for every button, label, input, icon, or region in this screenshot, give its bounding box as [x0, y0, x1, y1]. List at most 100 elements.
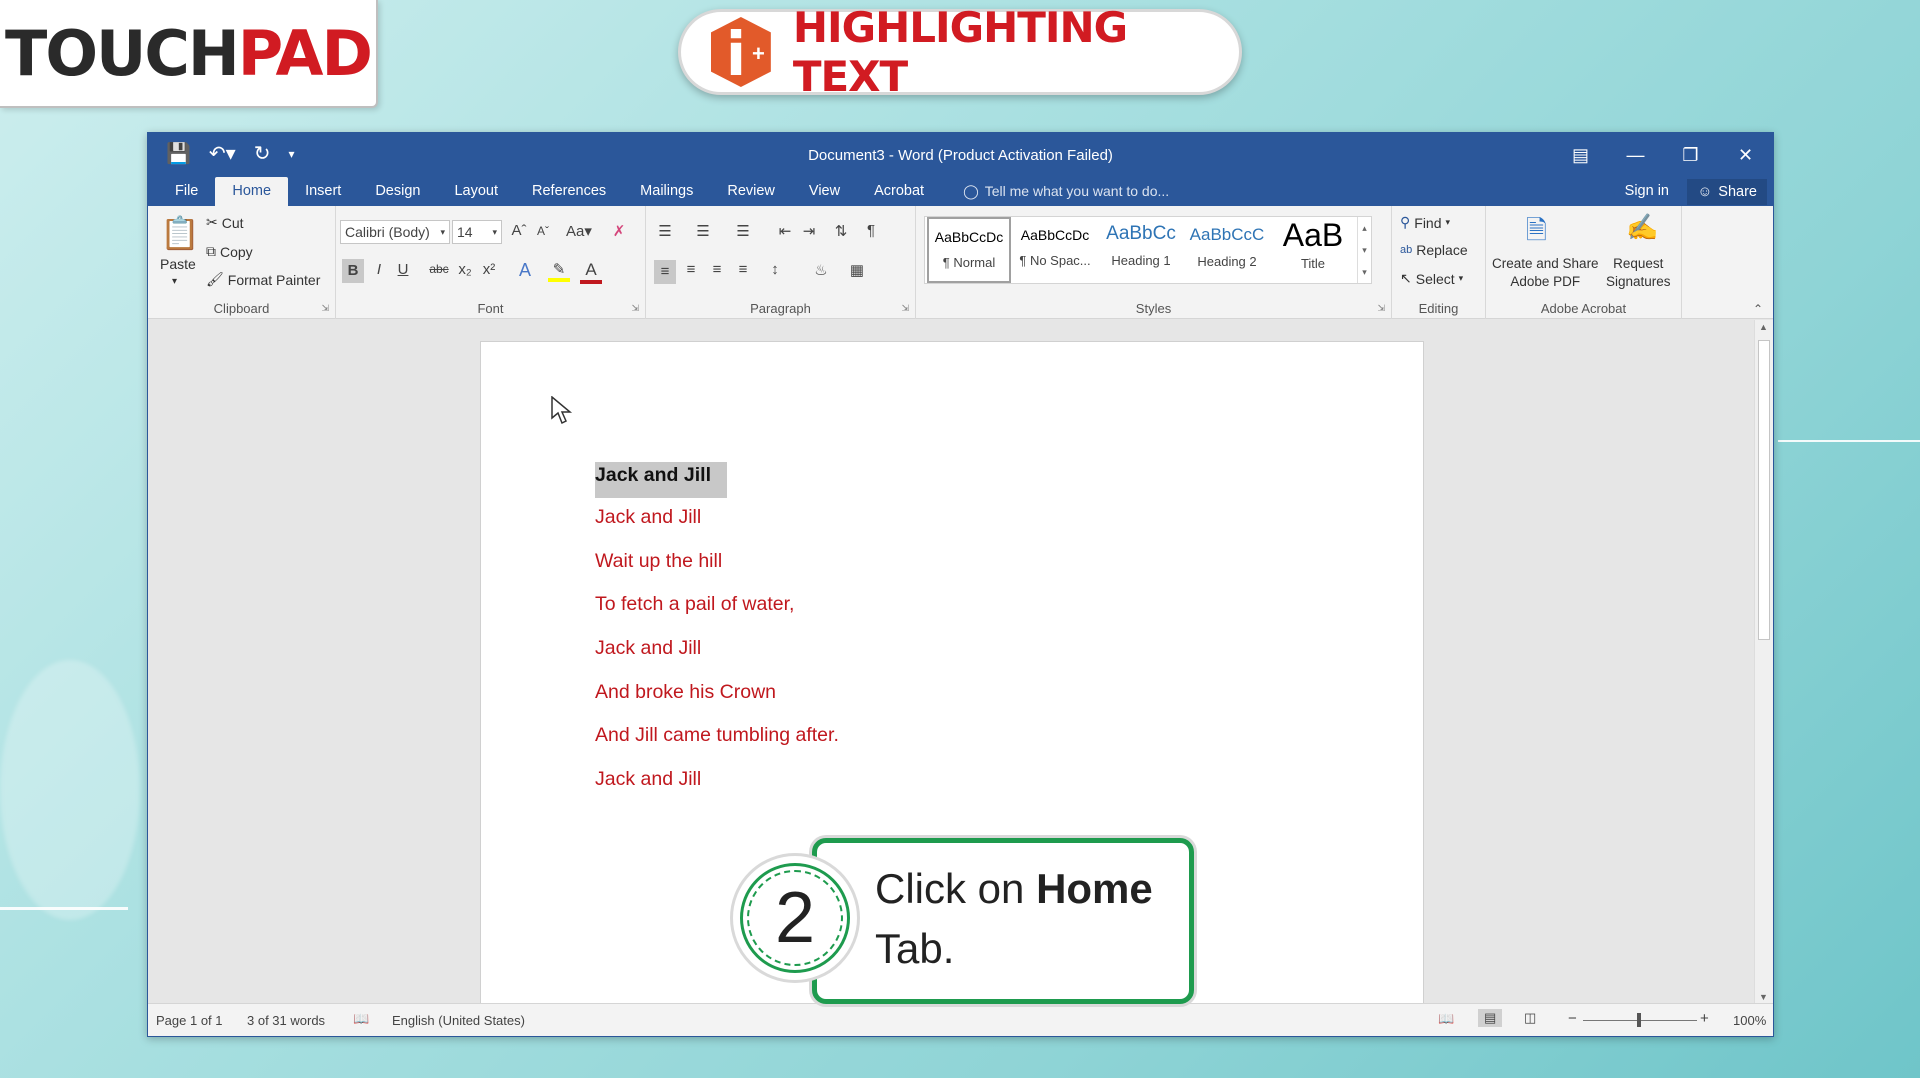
font-launcher-icon[interactable]: ⇲: [631, 303, 639, 314]
replace-button[interactable]: ab Replace: [1400, 242, 1468, 258]
grow-font-icon[interactable]: Aˆ: [508, 222, 530, 239]
page-count[interactable]: Page 1 of 1: [156, 1013, 223, 1028]
align-left-icon[interactable]: ≡: [654, 260, 676, 284]
minimize-button[interactable]: —: [1608, 133, 1663, 177]
sort-icon[interactable]: ⇅: [830, 222, 852, 240]
document-line[interactable]: Jack and Jill: [595, 637, 701, 660]
multilevel-list-icon[interactable]: ☰: [732, 222, 754, 240]
tab-acrobat[interactable]: Acrobat: [857, 177, 941, 206]
document-line-selected[interactable]: Jack and Jill: [595, 462, 727, 498]
tab-review[interactable]: Review: [710, 177, 792, 206]
paragraph-label: Paragraph: [750, 301, 811, 316]
paste-icon[interactable]: 📋: [160, 214, 200, 252]
create-share-pdf-button[interactable]: Create and Share Adobe PDF: [1492, 256, 1599, 290]
font-name-combo[interactable]: Calibri (Body) ▾: [340, 220, 450, 244]
text-effects-icon[interactable]: A: [514, 260, 536, 281]
ribbon-display-options-icon[interactable]: ▤: [1553, 133, 1608, 177]
request-label-1: Request: [1613, 256, 1664, 271]
bullets-icon[interactable]: ☰: [654, 222, 676, 240]
copy-button[interactable]: ⧉ Copy: [206, 243, 253, 260]
proofing-icon[interactable]: 📖: [353, 1011, 369, 1027]
scroll-down-icon[interactable]: ▼: [1759, 992, 1768, 1002]
document-line[interactable]: Jack and Jill: [595, 768, 701, 791]
clipboard-group: 📋 Paste ▾ ✂ Cut ⧉ Copy 🖌 Format Painter Cli…: [148, 206, 336, 319]
style-no-spacing[interactable]: AaBbCcDc ¶ No Spac...: [1013, 217, 1097, 283]
document-line[interactable]: And Jill came tumbling after.: [595, 724, 839, 747]
subscript-button[interactable]: x₂: [454, 261, 476, 278]
tab-design[interactable]: Design: [358, 177, 437, 206]
request-signatures-button[interactable]: Request Signatures: [1606, 256, 1671, 290]
format-painter-button[interactable]: 🖌 Format Painter: [206, 271, 320, 288]
strikethrough-button[interactable]: abc: [426, 262, 452, 276]
style-title[interactable]: AaB Title: [1271, 217, 1355, 283]
font-size-combo[interactable]: 14 ▾: [452, 220, 502, 244]
zoom-in-icon[interactable]: +: [1700, 1010, 1709, 1027]
collapse-ribbon-icon[interactable]: ⌃: [1753, 302, 1763, 316]
style-heading-2[interactable]: AaBbCcC Heading 2: [1185, 217, 1269, 283]
paste-button[interactable]: Paste: [160, 256, 196, 272]
find-button[interactable]: ⚲ Find ▾: [1400, 214, 1450, 231]
numbering-icon[interactable]: ☰: [692, 222, 714, 240]
vertical-scrollbar[interactable]: ▲ ▼: [1754, 320, 1773, 1004]
shading-icon[interactable]: ♨: [810, 261, 832, 279]
highlight-color-icon[interactable]: ✎: [548, 260, 570, 282]
share-button[interactable]: ☺ Share: [1687, 179, 1767, 205]
cut-button[interactable]: ✂ Cut: [206, 214, 244, 231]
select-button[interactable]: ↖ Select ▾: [1400, 270, 1463, 287]
lightbulb-icon: ◯: [963, 183, 979, 199]
tab-layout[interactable]: Layout: [437, 177, 515, 206]
increase-indent-icon[interactable]: ⇥: [798, 222, 820, 240]
tab-mailings[interactable]: Mailings: [623, 177, 710, 206]
instruction-text-bold: Home: [1036, 865, 1153, 912]
document-line[interactable]: Jack and Jill: [595, 506, 701, 529]
style-normal[interactable]: AaBbCcDc ¶ Normal: [927, 217, 1011, 283]
language-status[interactable]: English (United States): [392, 1013, 525, 1028]
sign-in-link[interactable]: Sign in: [1625, 177, 1669, 206]
bold-button[interactable]: B: [342, 259, 364, 283]
tell-me-box[interactable]: ◯ Tell me what you want to do...: [941, 177, 1169, 206]
scroll-thumb[interactable]: [1758, 340, 1770, 640]
style-preview: AaBbCcDc: [934, 229, 1004, 245]
superscript-button[interactable]: x²: [478, 261, 500, 278]
justify-icon[interactable]: ≡: [732, 261, 754, 278]
styles-launcher-icon[interactable]: ⇲: [1377, 303, 1385, 314]
italic-button[interactable]: I: [368, 261, 390, 278]
tab-insert[interactable]: Insert: [288, 177, 358, 206]
underline-button[interactable]: U: [392, 261, 414, 278]
paragraph-launcher-icon[interactable]: ⇲: [901, 303, 909, 314]
tab-view[interactable]: View: [792, 177, 857, 206]
read-mode-icon[interactable]: 📖: [1438, 1011, 1454, 1027]
clear-formatting-icon[interactable]: ✗: [608, 222, 630, 240]
borders-icon[interactable]: ▦: [846, 261, 868, 279]
gallery-scroll[interactable]: ▴ ▾ ▾: [1357, 217, 1371, 283]
word-count[interactable]: 3 of 31 words: [247, 1013, 325, 1028]
restore-button[interactable]: ❐: [1663, 133, 1718, 177]
align-center-icon[interactable]: ≡: [680, 261, 702, 278]
zoom-slider-thumb[interactable]: [1637, 1013, 1641, 1027]
scroll-up-icon[interactable]: ▲: [1759, 322, 1768, 332]
clipboard-launcher-icon[interactable]: ⇲: [321, 303, 329, 314]
request-label-2: Signatures: [1606, 274, 1671, 289]
tab-file[interactable]: File: [158, 177, 215, 206]
tab-references[interactable]: References: [515, 177, 623, 206]
align-right-icon[interactable]: ≡: [706, 261, 728, 278]
show-formatting-icon[interactable]: ¶: [860, 222, 882, 239]
document-line[interactable]: Wait up the hill: [595, 550, 722, 573]
print-layout-icon[interactable]: ▤: [1478, 1009, 1503, 1027]
paste-dropdown-icon[interactable]: ▾: [172, 276, 177, 287]
document-line[interactable]: To fetch a pail of water,: [595, 593, 794, 616]
shrink-font-icon[interactable]: Aˇ: [532, 224, 554, 238]
close-button[interactable]: ✕: [1718, 133, 1773, 177]
zoom-out-icon[interactable]: −: [1568, 1010, 1577, 1027]
style-name: Heading 1: [1111, 253, 1171, 268]
cut-label: Cut: [221, 214, 244, 231]
change-case-button[interactable]: Aa▾: [562, 222, 596, 240]
font-color-icon[interactable]: A: [580, 260, 602, 284]
web-layout-icon[interactable]: ◫: [1524, 1010, 1536, 1026]
decrease-indent-icon[interactable]: ⇤: [774, 222, 796, 240]
tab-home[interactable]: Home: [215, 177, 289, 206]
document-line[interactable]: And broke his Crown: [595, 681, 776, 704]
line-spacing-icon[interactable]: ↕: [764, 261, 786, 278]
zoom-level[interactable]: 100%: [1733, 1013, 1766, 1028]
style-heading-1[interactable]: AaBbCc Heading 1: [1099, 217, 1183, 283]
